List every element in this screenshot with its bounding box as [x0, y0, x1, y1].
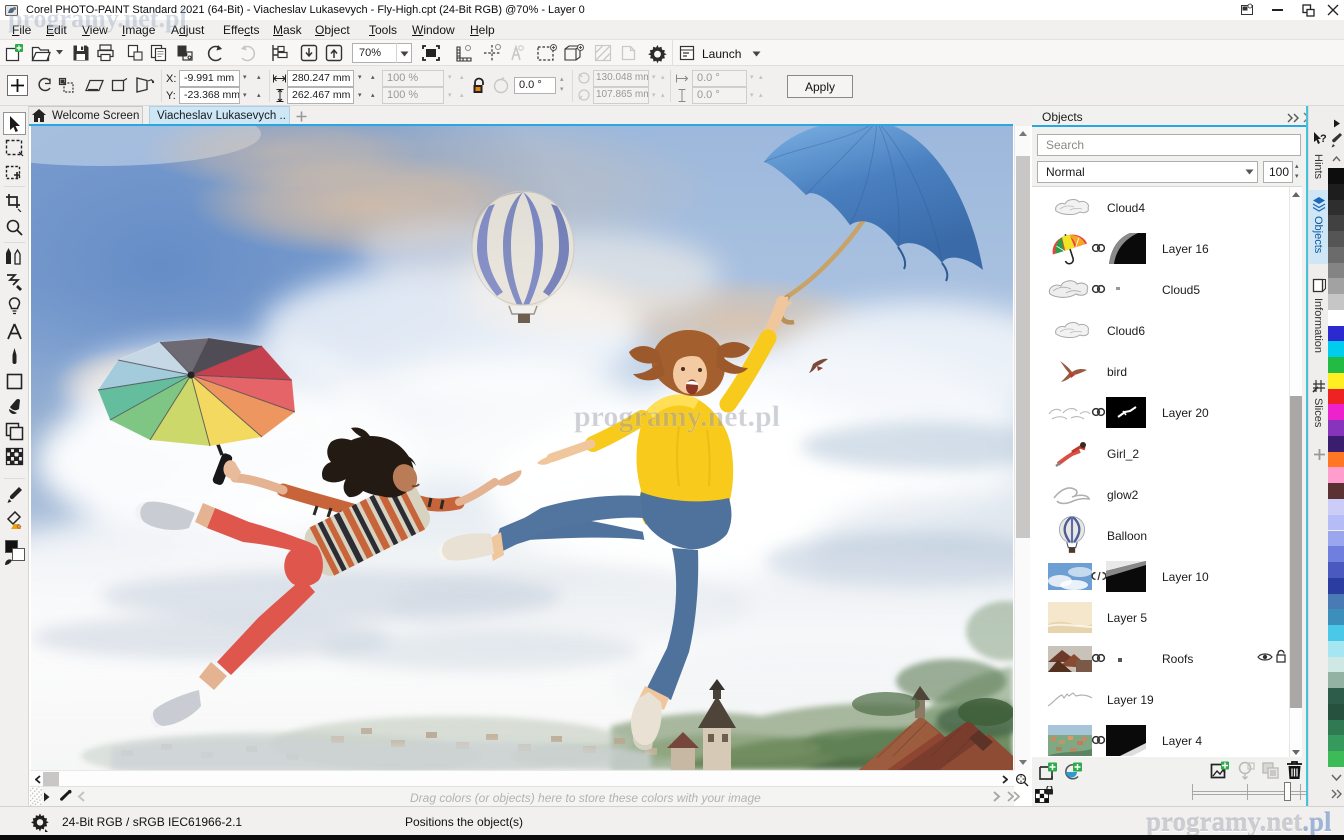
- svg-text:?: ?: [1320, 133, 1326, 145]
- svg-text:programy.net.pl: programy.net.pl: [574, 400, 780, 433]
